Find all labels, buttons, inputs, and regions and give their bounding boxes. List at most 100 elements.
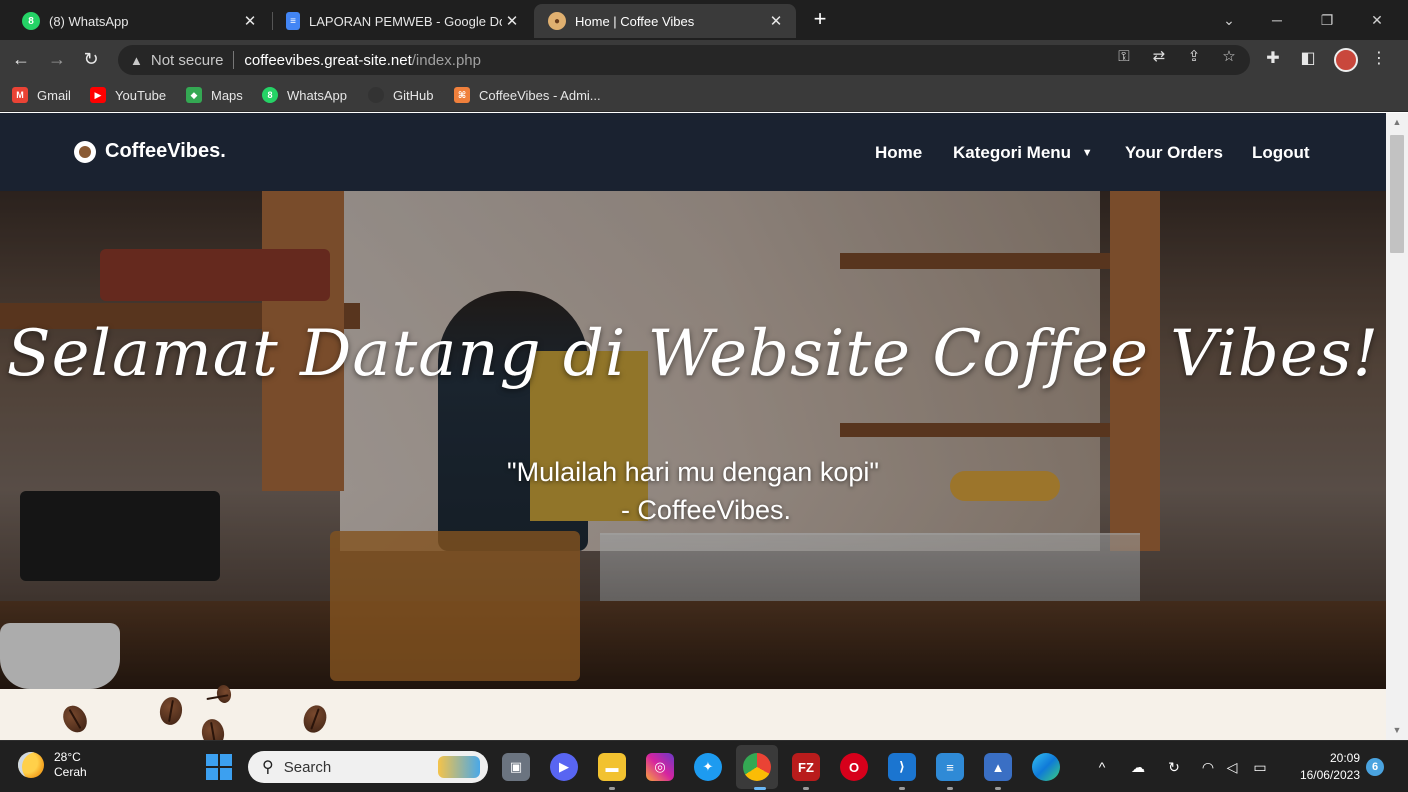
battery-icon[interactable]: ▭ [1250,757,1270,777]
forward-icon[interactable]: → [46,48,68,70]
hero-author: - CoffeeVibes. [620,495,792,525]
nav-home[interactable]: Home [875,143,922,163]
task-view-icon[interactable]: ▣ [502,753,530,781]
notification-badge[interactable]: 6 [1366,758,1384,776]
vscode-icon[interactable]: ⟩ [888,753,916,781]
teams-chat-icon[interactable]: ▶ [550,753,578,781]
bookmark-label: YouTube [115,87,167,103]
share-icon[interactable]: ⇪ [1184,47,1204,67]
menu-icon[interactable]: ⋮ [1368,48,1390,70]
scroll-up-icon[interactable]: ▲ [1386,117,1408,127]
close-icon[interactable]: ✕ [502,12,522,30]
tab-title: LAPORAN PEMWEB - Google Do [309,13,502,29]
address-divider [233,51,235,69]
scroll-down-icon[interactable]: ▼ [1386,725,1408,735]
windows-start-icon[interactable] [206,754,232,780]
warning-icon[interactable]: ▲ [130,53,143,68]
bookmark-star-icon[interactable]: ☆ [1219,47,1239,67]
nav-logout[interactable]: Logout [1252,143,1310,163]
youtube-icon: ▶ [90,87,106,103]
profile-avatar[interactable] [1334,48,1358,72]
running-indicator [995,787,1001,790]
browser-tab-strip: 8 (8) WhatsApp ✕ ≡ LAPORAN PEMWEB - Goog… [0,0,1408,40]
coffee-bean-icon [157,695,185,727]
twitter-icon[interactable]: ✦ [694,753,722,781]
close-icon[interactable]: ✕ [240,12,260,30]
bookmark-label: WhatsApp [287,87,347,103]
restore-icon[interactable]: ❐ [1304,6,1350,34]
instagram-icon[interactable]: ◎ [646,753,674,781]
extensions-icon[interactable]: ✚ [1262,48,1284,70]
maps-icon: ◆ [186,87,202,103]
bookmark-youtube[interactable]: ▶ YouTube [90,85,166,105]
opera-icon[interactable]: O [840,753,868,781]
page-viewport: CoffeeVibes. Home Kategori Menu ▼ Your O… [0,113,1386,740]
bookmark-whatsapp[interactable]: 8 WhatsApp [262,85,347,105]
tab-google-docs[interactable]: ≡ LAPORAN PEMWEB - Google Do ✕ [272,4,532,38]
back-icon[interactable]: ← [10,48,32,70]
coffee-logo-icon [74,140,96,163]
page-scrollbar[interactable]: ▲ ▼ [1386,113,1408,740]
wifi-icon[interactable]: ◠ [1198,757,1218,777]
edge-icon[interactable] [1032,753,1060,781]
window-close-icon[interactable]: ✕ [1354,6,1400,34]
translate-icon[interactable]: ⇄ [1149,47,1169,67]
tab-coffee-vibes[interactable]: ● Home | Coffee Vibes ✕ [534,4,796,38]
key-icon[interactable]: ⚿ [1114,47,1134,67]
tray-overflow-icon[interactable]: ^ [1092,757,1112,777]
bookmark-github[interactable]: GitHub [368,85,433,105]
minimize-icon[interactable]: ─ [1254,6,1300,34]
volume-icon[interactable]: ◁ [1222,757,1242,777]
active-indicator [754,787,766,790]
bookmark-label: Gmail [37,87,71,103]
coffee-icon: ● [548,12,566,30]
nav-kategori-label: Kategori Menu [953,143,1072,162]
new-tab-button[interactable]: + [808,8,832,32]
running-indicator [947,787,953,790]
bookmark-label: Maps [211,87,243,103]
address-bar[interactable]: ▲ Not secure coffeevibes.great-site.net /… [118,45,1250,75]
taskbar-clock[interactable]: 20:09 16/06/2023 [1286,750,1360,784]
side-panel-icon[interactable]: ◧ [1297,48,1319,70]
tab-whatsapp[interactable]: 8 (8) WhatsApp ✕ [8,4,270,38]
onedrive-icon[interactable]: ☁ [1128,757,1148,777]
coffee-bean-icon [199,717,227,740]
notepad-icon[interactable]: ≡ [936,753,964,781]
running-indicator [803,787,809,790]
admin-icon: ⌘ [454,87,470,103]
coffee-bean-icon [299,702,331,736]
security-label[interactable]: Not secure [151,52,224,69]
nav-your-orders[interactable]: Your Orders [1125,143,1223,163]
bookmark-gmail[interactable]: M Gmail [12,85,71,105]
nav-kategori-menu[interactable]: Kategori Menu ▼ [953,143,1093,163]
url-host: coffeevibes.great-site.net [244,51,412,69]
url-path: /index.php [411,51,481,69]
gmail-icon: M [12,87,28,103]
brand-name: CoffeeVibes. [105,140,226,162]
bookmark-maps[interactable]: ◆ Maps [186,85,243,105]
bookmark-coffeevibes-admin[interactable]: ⌘ CoffeeVibes - Admi... [454,85,601,105]
search-placeholder: Search [283,758,332,776]
taskbar-search[interactable]: ⚲ Search [248,751,488,783]
hero-overlay [0,191,1386,689]
weather-widget[interactable]: 28°C Cerah [18,750,87,780]
scrollbar-thumb[interactable] [1390,135,1404,253]
github-icon [368,87,384,103]
reload-icon[interactable]: ↻ [80,48,102,70]
photos-icon[interactable]: ▲ [984,753,1012,781]
filezilla-icon[interactable]: FZ [792,753,820,781]
sync-icon[interactable]: ↻ [1164,757,1184,777]
file-explorer-icon[interactable]: ▬ [598,753,626,781]
browser-toolbar: ← → ↻ ▲ Not secure coffeevibes.great-sit… [0,40,1408,78]
close-icon[interactable]: ✕ [766,12,786,30]
site-navbar: CoffeeVibes. Home Kategori Menu ▼ Your O… [0,113,1386,191]
whatsapp-icon: 8 [22,12,40,30]
weather-temp: 28°C [54,750,81,764]
tab-title: (8) WhatsApp [49,13,129,29]
chrome-icon[interactable] [743,753,771,781]
tab-search-icon[interactable]: ⌄ [1206,6,1252,34]
weather-sun-icon [18,752,44,778]
search-highlight-icon [438,756,480,778]
site-brand[interactable]: CoffeeVibes. [74,140,226,163]
coffee-bean-icon [58,701,92,737]
